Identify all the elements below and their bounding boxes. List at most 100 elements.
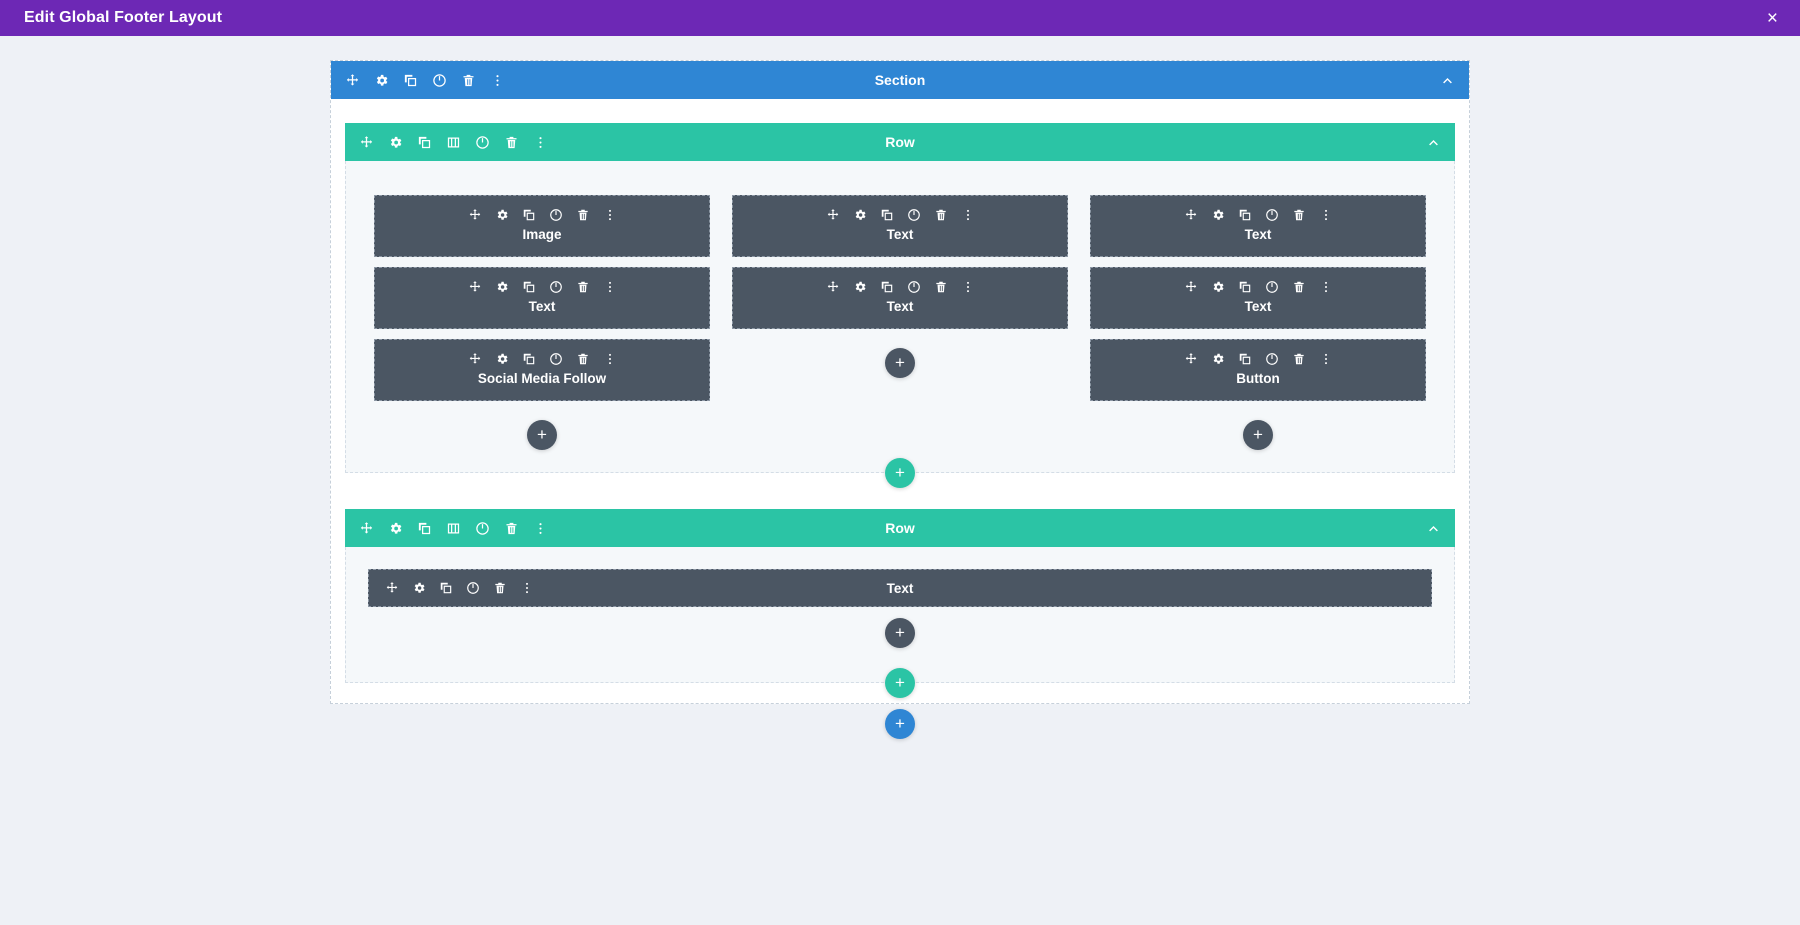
module-text[interactable]: Text [732,267,1068,329]
gear-icon[interactable] [388,521,403,536]
power-toggle-icon[interactable] [549,208,563,222]
kebab-menu-icon[interactable] [533,521,548,536]
duplicate-icon[interactable] [522,280,536,294]
chevron-up-icon[interactable] [1426,135,1441,150]
move-icon[interactable] [1184,208,1198,222]
trash-icon[interactable] [576,352,590,366]
module-button[interactable]: Button [1090,339,1426,401]
columns-icon[interactable] [446,135,461,150]
gear-icon[interactable] [412,581,426,595]
kebab-menu-icon[interactable] [603,280,617,294]
gear-icon[interactable] [374,73,389,88]
section-toolbar[interactable]: Section [331,61,1469,99]
power-toggle-icon[interactable] [549,352,563,366]
module-text[interactable]: Text [368,569,1432,607]
gear-icon[interactable] [495,208,509,222]
gear-icon[interactable] [388,135,403,150]
power-toggle-icon[interactable] [1265,352,1279,366]
power-toggle-icon[interactable] [432,73,447,88]
gear-icon[interactable] [853,280,867,294]
gear-icon[interactable] [1211,280,1225,294]
duplicate-icon[interactable] [1238,352,1252,366]
duplicate-icon[interactable] [417,521,432,536]
kebab-menu-icon[interactable] [520,581,534,595]
column[interactable]: Text Text Button + [1090,195,1426,450]
kebab-menu-icon[interactable] [961,208,975,222]
power-toggle-icon[interactable] [549,280,563,294]
duplicate-icon[interactable] [880,208,894,222]
add-row-button[interactable]: + [885,458,915,488]
kebab-menu-icon[interactable] [603,352,617,366]
module-social-media-follow[interactable]: Social Media Follow [374,339,710,401]
row-toolbar[interactable]: Row [345,509,1455,547]
row-block[interactable]: Row Text + + [345,509,1455,698]
gear-icon[interactable] [495,280,509,294]
gear-icon[interactable] [495,352,509,366]
move-icon[interactable] [359,521,374,536]
module-text[interactable]: Text [374,267,710,329]
move-icon[interactable] [359,135,374,150]
trash-icon[interactable] [934,208,948,222]
add-section-button[interactable]: + [885,709,915,739]
duplicate-icon[interactable] [522,208,536,222]
chevron-up-icon[interactable] [1426,521,1441,536]
power-toggle-icon[interactable] [1265,208,1279,222]
module-image[interactable]: Image [374,195,710,257]
module-text[interactable]: Text [1090,195,1426,257]
power-toggle-icon[interactable] [475,521,490,536]
columns-icon[interactable] [446,521,461,536]
add-module-button[interactable]: + [885,348,915,378]
add-module-button[interactable]: + [885,618,915,648]
gear-icon[interactable] [1211,208,1225,222]
duplicate-icon[interactable] [417,135,432,150]
kebab-menu-icon[interactable] [961,280,975,294]
kebab-menu-icon[interactable] [490,73,505,88]
move-icon[interactable] [468,352,482,366]
column[interactable]: Text Text + [732,195,1068,378]
power-toggle-icon[interactable] [1265,280,1279,294]
module-text[interactable]: Text [1090,267,1426,329]
kebab-menu-icon[interactable] [1319,352,1333,366]
power-toggle-icon[interactable] [907,280,921,294]
duplicate-icon[interactable] [522,352,536,366]
trash-icon[interactable] [493,581,507,595]
add-module-button[interactable]: + [1243,420,1273,450]
kebab-menu-icon[interactable] [603,208,617,222]
add-row-button[interactable]: + [885,668,915,698]
move-icon[interactable] [826,280,840,294]
move-icon[interactable] [468,208,482,222]
power-toggle-icon[interactable] [466,581,480,595]
trash-icon[interactable] [461,73,476,88]
gear-icon[interactable] [1211,352,1225,366]
trash-icon[interactable] [504,521,519,536]
row-block[interactable]: Row Image Text Social Media Follow + Tex… [345,123,1455,488]
module-text[interactable]: Text [732,195,1068,257]
trash-icon[interactable] [504,135,519,150]
kebab-menu-icon[interactable] [1319,280,1333,294]
chevron-up-icon[interactable] [1440,73,1455,88]
column[interactable]: Text + [368,569,1432,648]
add-module-button[interactable]: + [527,420,557,450]
trash-icon[interactable] [576,208,590,222]
duplicate-icon[interactable] [439,581,453,595]
move-icon[interactable] [385,581,399,595]
move-icon[interactable] [826,208,840,222]
trash-icon[interactable] [934,280,948,294]
row-toolbar[interactable]: Row [345,123,1455,161]
kebab-menu-icon[interactable] [1319,208,1333,222]
move-icon[interactable] [1184,352,1198,366]
trash-icon[interactable] [1292,352,1306,366]
close-icon[interactable]: × [1763,7,1782,30]
duplicate-icon[interactable] [880,280,894,294]
move-icon[interactable] [468,280,482,294]
move-icon[interactable] [345,73,360,88]
trash-icon[interactable] [1292,280,1306,294]
gear-icon[interactable] [853,208,867,222]
power-toggle-icon[interactable] [475,135,490,150]
power-toggle-icon[interactable] [907,208,921,222]
kebab-menu-icon[interactable] [533,135,548,150]
section-block[interactable]: Section Row Image Text Social Media Foll… [330,60,1470,739]
column[interactable]: Image Text Social Media Follow + [374,195,710,450]
duplicate-icon[interactable] [403,73,418,88]
duplicate-icon[interactable] [1238,280,1252,294]
